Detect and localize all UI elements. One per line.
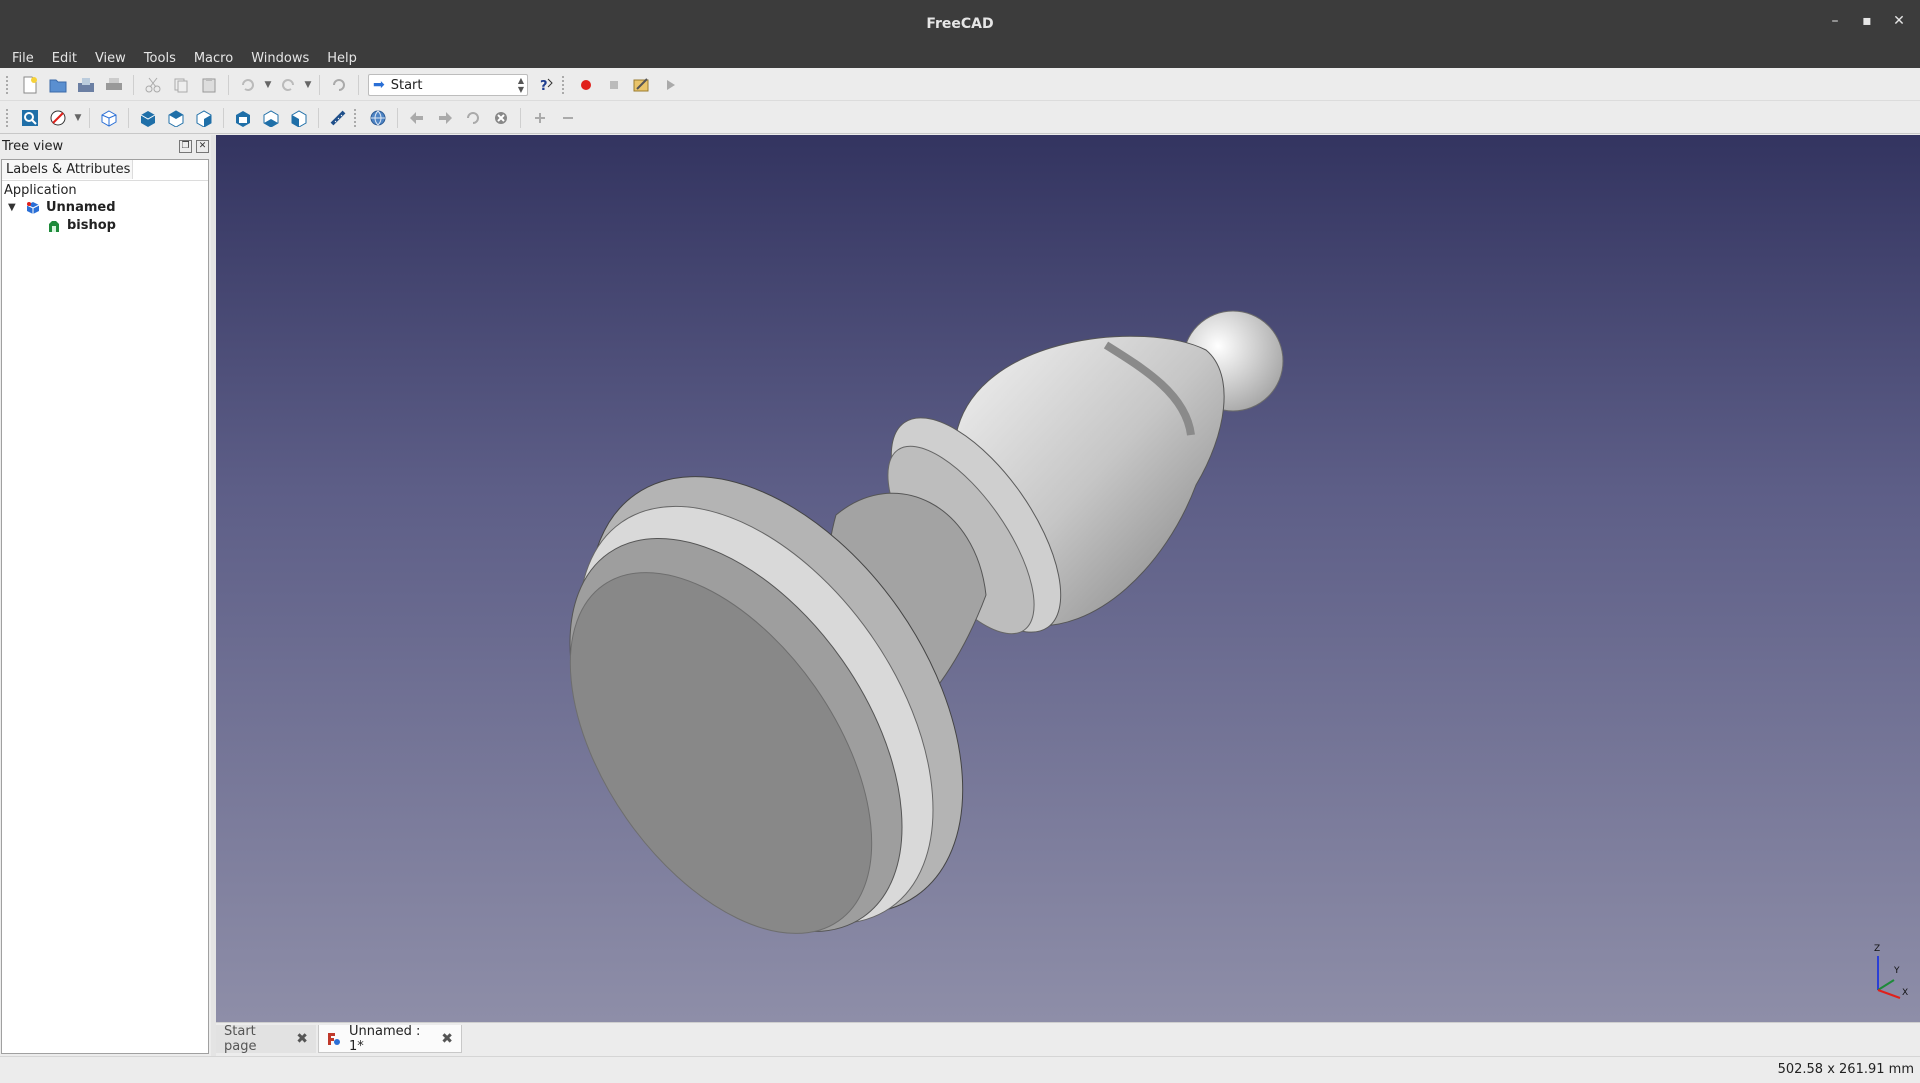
menu-edit[interactable]: Edit (52, 50, 87, 68)
workbench-label: Start (390, 77, 423, 93)
menu-windows[interactable]: Windows (251, 50, 319, 68)
axis-y-label: Y (1894, 966, 1900, 976)
tab-label: Start page (224, 1024, 257, 1054)
tab-unnamed[interactable]: Unnamed : 1* ✖ (318, 1023, 462, 1054)
3d-viewport[interactable]: Z Y X (216, 135, 1920, 1022)
draw-style-icon[interactable] (47, 107, 69, 129)
undo-dropdown-icon[interactable]: ▼ (262, 74, 274, 96)
dimensions-readout: 502.58 x 261.91 mm (1777, 1062, 1914, 1077)
tree-widget[interactable]: Labels & Attributes Application ▼ Unname… (1, 159, 209, 1054)
redo-dropdown-icon[interactable]: ▼ (302, 74, 314, 96)
toolbar-grip[interactable] (354, 108, 360, 127)
front-view-icon[interactable] (137, 107, 159, 129)
web-globe-icon[interactable] (367, 107, 389, 129)
back-arrow-icon[interactable] (406, 107, 428, 129)
menu-view[interactable]: View (95, 50, 136, 68)
bishop-label: bishop (67, 218, 116, 233)
menu-help[interactable]: Help (327, 50, 367, 68)
minimize-button[interactable]: – (1828, 14, 1842, 28)
window-title: FreeCAD (926, 16, 994, 32)
bottom-view-icon[interactable] (260, 107, 282, 129)
undo-icon[interactable] (237, 74, 259, 96)
axis-z-label: Z (1874, 944, 1881, 954)
close-tab-icon[interactable]: ✖ (296, 1031, 308, 1047)
isometric-view-icon[interactable] (98, 107, 120, 129)
float-panel-icon[interactable]: ❐ (179, 140, 192, 153)
axis-indicator: Z Y X (1866, 944, 1910, 1004)
cut-icon[interactable] (142, 74, 164, 96)
title-bar: FreeCAD – ▪ ✕ (0, 0, 1920, 50)
menu-tools[interactable]: Tools (144, 50, 186, 68)
reload-icon[interactable] (462, 107, 484, 129)
close-panel-icon[interactable]: ✕ (196, 140, 209, 153)
tree-item-bishop[interactable]: bishop (47, 217, 116, 235)
tree-header: Labels & Attributes (2, 160, 208, 181)
draw-style-dropdown-icon[interactable]: ▼ (72, 107, 84, 129)
tab-label: Unnamed : 1* (349, 1023, 421, 1054)
column-header-labels[interactable]: Labels & Attributes (2, 160, 133, 179)
menu-file[interactable]: File (12, 50, 44, 68)
record-macro-icon[interactable] (575, 74, 597, 96)
tree-section-application[interactable]: Application (4, 182, 77, 200)
expand-triangle-icon[interactable]: ▼ (8, 199, 22, 217)
save-icon[interactable] (75, 74, 97, 96)
svg-text:?: ? (540, 79, 548, 93)
part-feature-icon (47, 219, 61, 233)
left-view-icon[interactable] (288, 107, 310, 129)
forward-arrow-icon[interactable] (434, 107, 456, 129)
redo-icon[interactable] (277, 74, 299, 96)
toolbar-grip[interactable] (562, 76, 568, 94)
close-window-button[interactable]: ✕ (1892, 14, 1906, 28)
main-toolbar: ▼ ▼ ➡ Start ▲ ▼ ? (0, 70, 1920, 101)
spin-arrows-icon: ▲ ▼ (517, 76, 524, 94)
print-icon[interactable] (103, 74, 125, 96)
open-icon[interactable] (47, 74, 69, 96)
whats-this-icon[interactable]: ? (535, 74, 557, 96)
top-view-icon[interactable] (165, 107, 187, 129)
tree-item-document[interactable]: ▼ Unnamed (8, 199, 116, 217)
run-macro-icon[interactable] (659, 74, 681, 96)
panel-title: Tree view (2, 139, 64, 154)
axis-x-label: X (1902, 988, 1909, 998)
tab-start-page[interactable]: Start page ✖ (216, 1024, 316, 1054)
fit-all-icon[interactable] (19, 107, 41, 129)
maximize-button[interactable]: ▪ (1860, 14, 1874, 28)
rear-view-icon[interactable] (232, 107, 254, 129)
zoom-in-icon[interactable] (529, 107, 551, 129)
menu-bar: File Edit View Tools Macro Windows Help (0, 50, 1920, 68)
zoom-out-icon[interactable] (557, 107, 579, 129)
bishop-model[interactable] (216, 135, 1920, 1022)
refresh-icon[interactable] (328, 74, 350, 96)
close-tab-icon[interactable]: ✖ (441, 1031, 453, 1047)
status-bar: 502.58 x 261.91 mm (0, 1056, 1920, 1083)
measure-distance-icon[interactable] (327, 107, 349, 129)
right-view-icon[interactable] (193, 107, 215, 129)
toolbar-grip[interactable] (6, 76, 12, 94)
menu-macro[interactable]: Macro (194, 50, 243, 68)
paste-icon[interactable] (198, 74, 220, 96)
document-tabs: Start page ✖ Unnamed : 1* ✖ (216, 1022, 1920, 1057)
freecad-doc-icon (327, 1032, 341, 1046)
edit-macro-icon[interactable] (631, 74, 653, 96)
start-arrow-icon: ➡ (373, 77, 385, 93)
application-label: Application (4, 183, 77, 198)
stop-loading-icon[interactable] (490, 107, 512, 129)
view-toolbar: ▼ (0, 102, 1920, 134)
document-label: Unnamed (46, 200, 116, 215)
workbench-selector[interactable]: ➡ Start ▲ ▼ (368, 74, 528, 96)
copy-icon[interactable] (170, 74, 192, 96)
new-document-icon[interactable] (19, 74, 41, 96)
toolbar-grip[interactable] (6, 108, 12, 127)
document-icon (26, 201, 40, 215)
stop-macro-icon[interactable] (603, 74, 625, 96)
tree-view-panel: Tree view ❐ ✕ Labels & Attributes Applic… (0, 135, 211, 1056)
